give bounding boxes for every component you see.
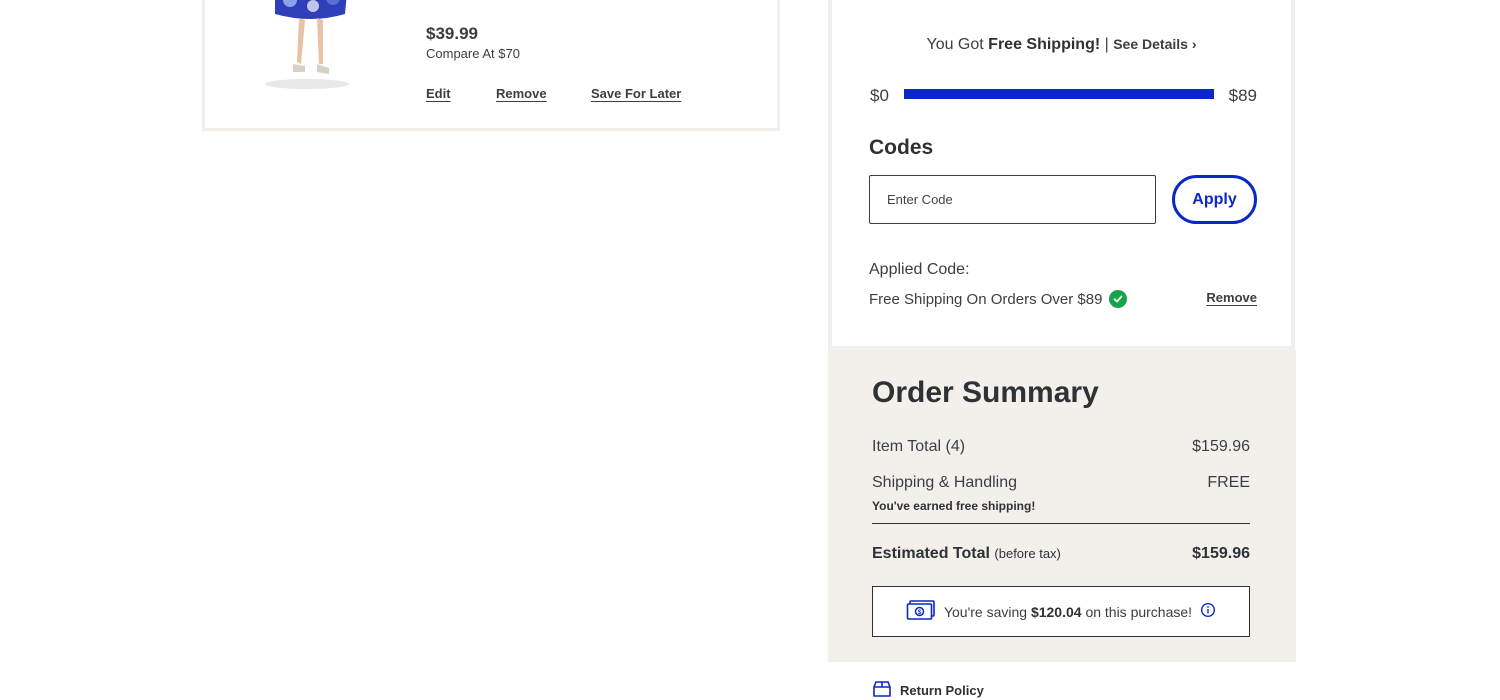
cart-item-card: $39.99 Compare At $70 Edit Remove Save F… — [202, 0, 780, 131]
free-shipping-message: You Got Free Shipping! | See Details › — [832, 36, 1291, 54]
item-total-label: Item Total (4) — [872, 438, 966, 455]
see-details-label: See Details — [1113, 36, 1188, 52]
money-icon: $ — [906, 600, 936, 623]
save-for-later-link[interactable]: Save For Later — [591, 86, 681, 101]
promo-code-input[interactable] — [869, 175, 1156, 224]
order-summary: Order Summary Item Total (4) $159.96 Shi… — [828, 350, 1296, 662]
shipping-range-min: $0 — [870, 86, 889, 105]
compare-at-price: Compare At $70 — [426, 46, 520, 61]
return-policy-label: Return Policy — [900, 683, 984, 698]
remove-code-link[interactable]: Remove — [1206, 290, 1257, 305]
applied-code-row: Free Shipping On Orders Over $89 — [869, 290, 1128, 308]
estimated-total-text: Estimated Total — [872, 545, 990, 562]
savings-text: You're saving $120.04 on this purchase! — [944, 604, 1192, 620]
estimated-total-label: Estimated Total (before tax) — [872, 545, 1061, 563]
progress-fill — [904, 89, 1214, 99]
savings-banner: $ You're saving $120.04 on this purchase… — [872, 586, 1250, 637]
info-icon[interactable] — [1200, 602, 1216, 621]
savings-amount: $120.04 — [1030, 603, 1082, 620]
promo-panel: You Got Free Shipping! | See Details › $… — [828, 0, 1295, 350]
edit-link[interactable]: Edit — [426, 86, 451, 101]
shipping-prefix: You Got — [926, 36, 989, 53]
shipping-emphasis: Free Shipping! — [988, 36, 1101, 53]
shipping-value: FREE — [1207, 474, 1250, 491]
apply-code-button[interactable]: Apply — [1172, 175, 1257, 224]
applied-code-text: Free Shipping On Orders Over $89 — [869, 290, 1103, 308]
return-policy-link[interactable]: Return Policy — [872, 681, 984, 700]
free-shipping-progress — [904, 89, 1214, 99]
product-price: $39.99 — [426, 24, 478, 43]
savings-prefix: You're saving — [943, 603, 1028, 620]
box-icon — [872, 681, 892, 700]
check-circle-icon — [1109, 290, 1128, 308]
shipping-separator: | — [1100, 36, 1114, 53]
free-shipping-note: You've earned free shipping! — [872, 499, 1036, 513]
see-details-link[interactable]: See Details › — [1113, 36, 1196, 52]
shipping-range-max: $89 — [1228, 86, 1257, 105]
codes-heading: Codes — [869, 136, 934, 159]
before-tax-note: (before tax) — [994, 546, 1061, 561]
summary-divider — [872, 523, 1250, 524]
chevron-right-icon: › — [1191, 36, 1197, 52]
order-summary-title: Order Summary — [872, 376, 1099, 409]
savings-suffix: on this purchase! — [1085, 603, 1193, 620]
item-total-value: $159.96 — [1192, 438, 1250, 455]
product-image[interactable] — [235, 0, 365, 92]
applied-code-label: Applied Code: — [869, 261, 970, 278]
shipping-label: Shipping & Handling — [872, 474, 1017, 491]
estimated-total-value: $159.96 — [1192, 545, 1250, 562]
remove-item-link[interactable]: Remove — [496, 86, 547, 101]
